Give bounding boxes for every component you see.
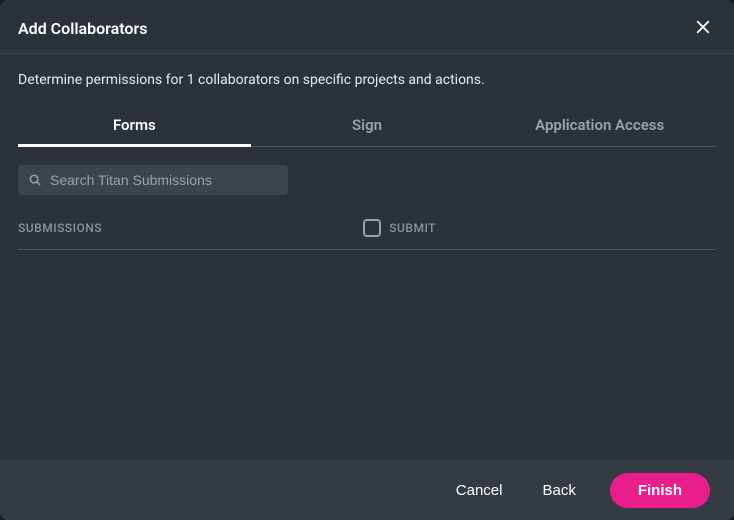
- table-header: SUBMISSIONS SUBMIT: [18, 219, 716, 250]
- column-header-submit: SUBMIT: [389, 221, 436, 235]
- close-button[interactable]: [690, 14, 716, 43]
- add-collaborators-modal: Add Collaborators Determine permissions …: [0, 0, 734, 520]
- modal-header: Add Collaborators: [0, 0, 734, 54]
- back-button[interactable]: Back: [536, 474, 581, 507]
- modal-footer: Cancel Back Finish: [0, 460, 734, 520]
- tab-forms[interactable]: Forms: [18, 106, 251, 146]
- tab-application-access[interactable]: Application Access: [483, 106, 716, 146]
- column-header-submissions: SUBMISSIONS: [18, 221, 363, 235]
- modal-description: Determine permissions for 1 collaborator…: [18, 72, 716, 88]
- tabs-container: Forms Sign Application Access: [18, 106, 716, 147]
- column-header-submit-group: SUBMIT: [363, 219, 436, 237]
- search-input[interactable]: [18, 165, 288, 195]
- submit-checkbox[interactable]: [363, 219, 381, 237]
- finish-button[interactable]: Finish: [610, 473, 710, 508]
- search-wrapper: [18, 165, 288, 195]
- modal-body: Determine permissions for 1 collaborator…: [0, 54, 734, 460]
- close-icon: [694, 18, 712, 39]
- tab-sign[interactable]: Sign: [251, 106, 484, 146]
- cancel-button[interactable]: Cancel: [450, 474, 509, 507]
- modal-title: Add Collaborators: [18, 19, 147, 38]
